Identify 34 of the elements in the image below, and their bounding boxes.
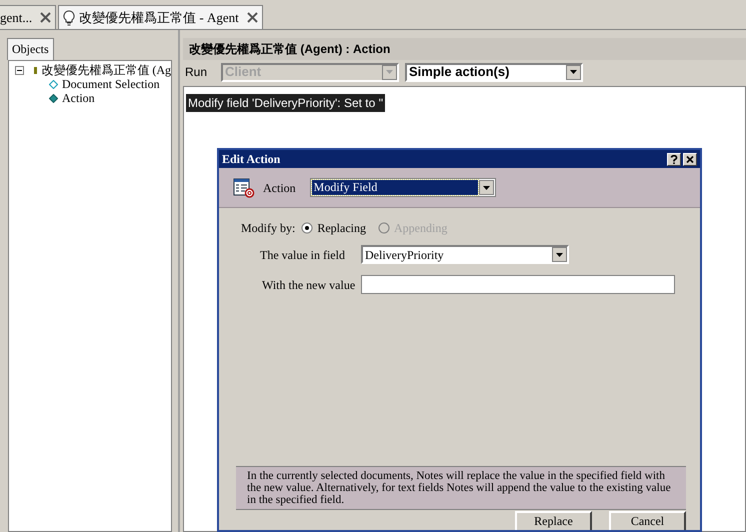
field-label: The value in field xyxy=(260,246,346,264)
form-icon xyxy=(233,178,255,198)
action-item[interactable]: Modify field 'DeliveryPriority': Set to '' xyxy=(186,94,386,112)
new-value-field[interactable] xyxy=(361,275,675,294)
close-icon[interactable] xyxy=(246,12,258,23)
document-tab[interactable]: 改變優先權爲正常值 - Agent xyxy=(58,5,263,29)
document-tab[interactable]: gent... xyxy=(0,5,56,29)
run-label: Run xyxy=(185,64,208,81)
diamond-outline-icon xyxy=(49,80,58,88)
info-text: In the currently selected documents, Notes will replace the value in the specified field with the new value. Alternatively, for text fields Notes will append the value to the existing value in the specified field. xyxy=(236,466,686,510)
dialog-title: Edit Action xyxy=(222,151,282,168)
lightbulb-icon xyxy=(63,10,76,26)
diamond-icon xyxy=(49,94,58,102)
collapse-toggle-icon[interactable] xyxy=(15,66,24,74)
modify-by-label: Modify by: xyxy=(241,220,296,237)
radio-button[interactable]: Replacing xyxy=(301,219,366,237)
close-icon xyxy=(686,156,694,162)
dialog-button[interactable]: Cancel xyxy=(609,511,686,530)
radio-icon xyxy=(378,222,390,234)
close-button[interactable] xyxy=(683,152,697,166)
editor-title: 改變優先權爲正常值 (Agent) : Action xyxy=(183,38,746,60)
help-icon xyxy=(670,154,678,164)
dropdown[interactable]: Simple action(s) xyxy=(405,62,583,82)
tab-label: 改變優先權爲正常值 - Agent xyxy=(79,8,239,27)
new-value-label: With the new value xyxy=(262,276,356,294)
action-label: Action xyxy=(263,180,296,196)
action-dropdown[interactable]: Modify Field xyxy=(310,178,496,197)
radio-icon xyxy=(301,222,314,234)
dialog-button[interactable]: Replace xyxy=(515,511,592,530)
field-dropdown[interactable]: DeliveryPriority xyxy=(361,245,569,264)
tab-label: gent... xyxy=(0,8,32,27)
objects-tab[interactable]: Objects xyxy=(7,38,54,60)
close-icon[interactable] xyxy=(40,12,52,23)
help-button[interactable] xyxy=(667,152,681,166)
